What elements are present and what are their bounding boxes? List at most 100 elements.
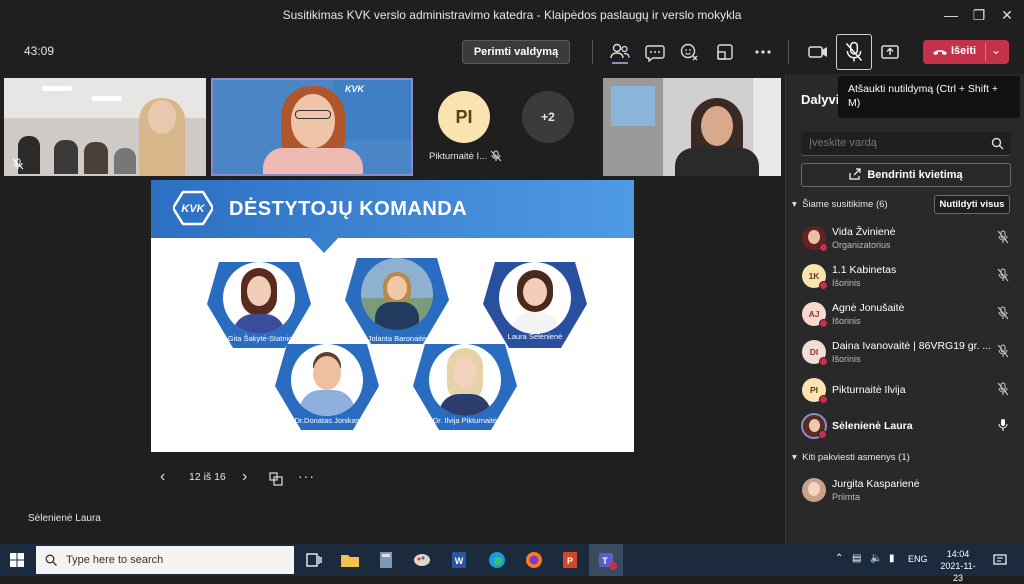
avatar	[802, 226, 828, 252]
svg-text:KVK: KVK	[181, 203, 205, 215]
more-actions-icon[interactable]	[749, 38, 777, 66]
participant-row[interactable]: Jurgita Kasparienė Priimta	[786, 474, 1024, 510]
unmute-tooltip: Atšaukti nutildymą (Ctrl + Shift + M)	[838, 76, 1020, 118]
others-invited-label: Kiti pakviesti asmenys (1)	[802, 452, 910, 463]
taskbar-search[interactable]: Type here to search	[36, 546, 294, 574]
mic-off-icon	[845, 41, 863, 62]
taskbar-clock[interactable]: 14:04 2021-11-23	[938, 548, 978, 584]
avatar: AJ	[802, 302, 828, 328]
participant-search[interactable]	[801, 132, 1011, 156]
search-icon	[45, 554, 57, 566]
windows-taskbar: Type here to search W P T ⌃ ▤ 🔈 ▮ ENG 14…	[0, 544, 1024, 583]
in-meeting-label: Šiame susitikime (6)	[802, 199, 888, 210]
mic-off-icon	[997, 306, 1009, 320]
participant-row[interactable]: DI Daina Ivanovaitė | 86VRG19 gr. ... Iš…	[786, 336, 1024, 372]
chat-icon[interactable]	[641, 38, 669, 66]
next-slide-icon[interactable]: ›	[242, 468, 247, 486]
person-card: Dr.Donatas Jonikas	[273, 336, 381, 436]
paint-icon[interactable]	[410, 548, 434, 572]
slide-grid-icon[interactable]	[268, 471, 284, 487]
powerpoint-icon[interactable]: P	[558, 548, 582, 572]
participants-icon[interactable]	[606, 38, 634, 66]
share-screen-icon[interactable]	[876, 38, 904, 66]
take-control-button[interactable]: Perimti valdymą	[462, 40, 570, 64]
busy-status-dot	[818, 430, 827, 439]
kvk-caption: KVK	[345, 84, 365, 94]
battery-icon[interactable]: ▮	[889, 553, 895, 564]
file-explorer-icon[interactable]	[338, 548, 362, 572]
kvk-logo: KVK	[173, 190, 213, 226]
avatar	[802, 478, 826, 502]
close-icon[interactable]: ✕	[996, 5, 1018, 25]
participant-row[interactable]: PI Pikturnaitė Ilvija	[786, 374, 1024, 410]
language-indicator[interactable]: ENG	[908, 554, 928, 564]
taskbar-search-placeholder: Type here to search	[66, 554, 164, 566]
participant-row[interactable]: Sėlenienė Laura	[786, 410, 1024, 446]
chevron-down-icon: ▾	[792, 199, 797, 210]
chevron-up-icon[interactable]: ⌃	[835, 553, 843, 564]
participant-role: Priimta	[832, 492, 861, 502]
firefox-icon[interactable]	[522, 548, 546, 572]
rooms-icon[interactable]	[711, 38, 739, 66]
task-view-icon[interactable]	[302, 548, 326, 572]
participant-name: Agnė Jonušaitė	[832, 302, 905, 314]
participant-search-input[interactable]	[809, 137, 979, 149]
in-meeting-section[interactable]: ▾ Šiame susitikime (6)	[792, 199, 888, 210]
network-icon[interactable]: ▤	[852, 553, 861, 564]
calculator-icon[interactable]	[374, 548, 398, 572]
notifications-icon[interactable]	[992, 552, 1008, 568]
chevron-down-icon[interactable]: ⌄	[991, 43, 1001, 57]
windows-start-icon[interactable]	[10, 553, 24, 567]
minimize-icon[interactable]: —	[940, 5, 962, 25]
participant-row[interactable]: AJ Agnė Jonušaitė Išorinis	[786, 298, 1024, 334]
reactions-icon[interactable]	[676, 38, 704, 66]
mic-off-icon	[490, 150, 502, 162]
video-tile-classroom[interactable]	[4, 78, 206, 176]
word-icon[interactable]: W	[447, 548, 471, 572]
unmute-button[interactable]	[836, 34, 872, 70]
teams-icon[interactable]: T	[594, 548, 618, 572]
search-icon[interactable]	[991, 137, 1004, 150]
participant-row[interactable]: Vida Žvinienė Organizatorius	[786, 222, 1024, 258]
person-card: Jolanta Baronaitė	[343, 250, 451, 350]
participant-row[interactable]: 1K 1.1 Kabinetas Išorinis	[786, 260, 1024, 296]
person-card: Dr. Ilvija Pikturnaitė	[411, 336, 519, 436]
video-tile-presenter[interactable]: KVK	[211, 78, 413, 176]
camera-icon[interactable]	[804, 38, 832, 66]
participant-role: Išorinis	[832, 278, 861, 288]
overflow-participants-button[interactable]: +2	[522, 91, 574, 143]
mic-on-icon	[998, 419, 1008, 431]
slide-page-indicator: 12 iš 16	[189, 471, 226, 483]
svg-text:T: T	[602, 556, 608, 566]
share-icon	[849, 168, 861, 180]
person-photo	[499, 262, 571, 334]
mic-off-icon	[12, 158, 24, 170]
slide-header: KVK DĖSTYTOJŲ KOMANDA	[151, 180, 634, 238]
svg-text:W: W	[455, 556, 464, 566]
person-photo	[429, 344, 501, 416]
edge-icon[interactable]	[485, 548, 509, 572]
mic-off-icon	[997, 268, 1009, 282]
share-invite-label: Bendrinti kvietimą	[867, 169, 963, 181]
video-tile-participant[interactable]	[603, 78, 781, 176]
leave-button[interactable]: Išeiti ⌄	[923, 40, 1009, 64]
leave-divider	[985, 43, 986, 61]
slide-navigation: ‹ 12 iš 16 › ···	[160, 468, 330, 488]
window-in-background	[611, 86, 655, 126]
person-photo	[291, 344, 363, 416]
meeting-timer: 43:09	[24, 44, 55, 58]
restore-icon[interactable]: ❐	[968, 5, 990, 25]
participant-avatar[interactable]: PI	[438, 91, 490, 143]
volume-icon[interactable]: 🔈	[870, 553, 882, 564]
person-name: Dr. Ilvija Pikturnaitė	[432, 416, 498, 425]
busy-status-dot	[819, 319, 828, 328]
mute-all-button[interactable]: Nutildyti visus	[934, 195, 1010, 214]
slide-more-icon[interactable]: ···	[298, 468, 315, 484]
previous-slide-icon[interactable]: ‹	[160, 468, 165, 486]
share-invite-button[interactable]: Bendrinti kvietimą	[801, 163, 1011, 187]
participant-name: Jurgita Kasparienė	[832, 478, 920, 490]
ceiling-light	[42, 86, 72, 91]
others-invited-section[interactable]: ▾ Kiti pakviesti asmenys (1)	[792, 452, 910, 463]
busy-status-dot	[819, 243, 828, 252]
clock-date: 2021-11-23	[940, 561, 976, 583]
